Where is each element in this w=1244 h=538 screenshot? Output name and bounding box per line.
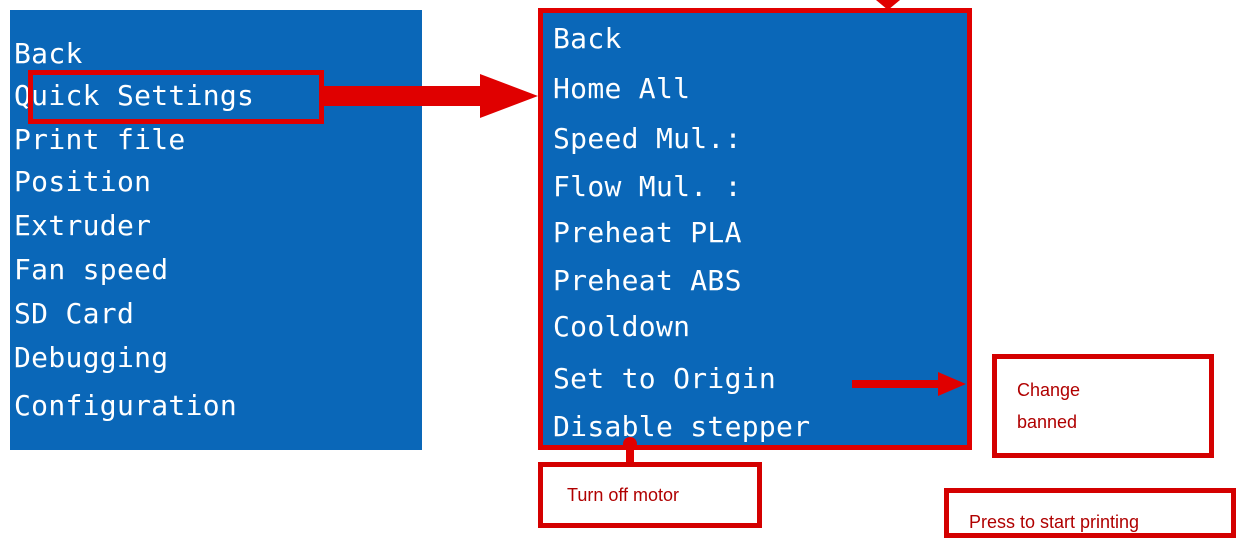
submenu-item-flow-mul[interactable]: Flow Mul. : xyxy=(553,169,742,205)
submenu-item-preheat-pla[interactable]: Preheat PLA xyxy=(553,215,742,251)
menu-item-fan-speed[interactable]: Fan speed xyxy=(14,252,168,288)
quick-settings-highlight-box xyxy=(28,70,324,124)
change-banned-note: Change banned xyxy=(992,354,1214,458)
press-to-start-note: Press to start printing xyxy=(944,488,1236,538)
menu-item-back[interactable]: Back xyxy=(14,36,83,72)
turn-off-motor-note: Turn off motor xyxy=(538,462,762,528)
menu-item-sd-card[interactable]: SD Card xyxy=(14,296,134,332)
submenu-item-set-to-origin[interactable]: Set to Origin xyxy=(553,361,776,397)
change-banned-line2: banned xyxy=(1017,412,1078,432)
menu-item-debugging[interactable]: Debugging xyxy=(14,340,168,376)
submenu-item-disable-stepper[interactable]: Disable stepper xyxy=(553,409,810,445)
menu-item-print-file[interactable]: Print file xyxy=(14,122,186,158)
menu-item-configuration[interactable]: Configuration xyxy=(14,388,237,424)
quick-settings-screen: Back Home All Speed Mul.: Flow Mul. : Pr… xyxy=(538,8,972,450)
turn-off-motor-label: Turn off motor xyxy=(567,485,680,505)
change-banned-line1: Change xyxy=(1017,380,1081,400)
menu-item-extruder[interactable]: Extruder xyxy=(14,208,151,244)
press-to-start-label: Press to start printing xyxy=(969,512,1140,532)
menu-item-position[interactable]: Position xyxy=(14,164,151,200)
submenu-item-cooldown[interactable]: Cooldown xyxy=(553,309,690,345)
submenu-item-back[interactable]: Back xyxy=(553,21,622,57)
submenu-item-preheat-abs[interactable]: Preheat ABS xyxy=(553,263,742,299)
submenu-item-home-all[interactable]: Home All xyxy=(553,71,690,107)
submenu-item-speed-mul[interactable]: Speed Mul.: xyxy=(553,121,742,157)
